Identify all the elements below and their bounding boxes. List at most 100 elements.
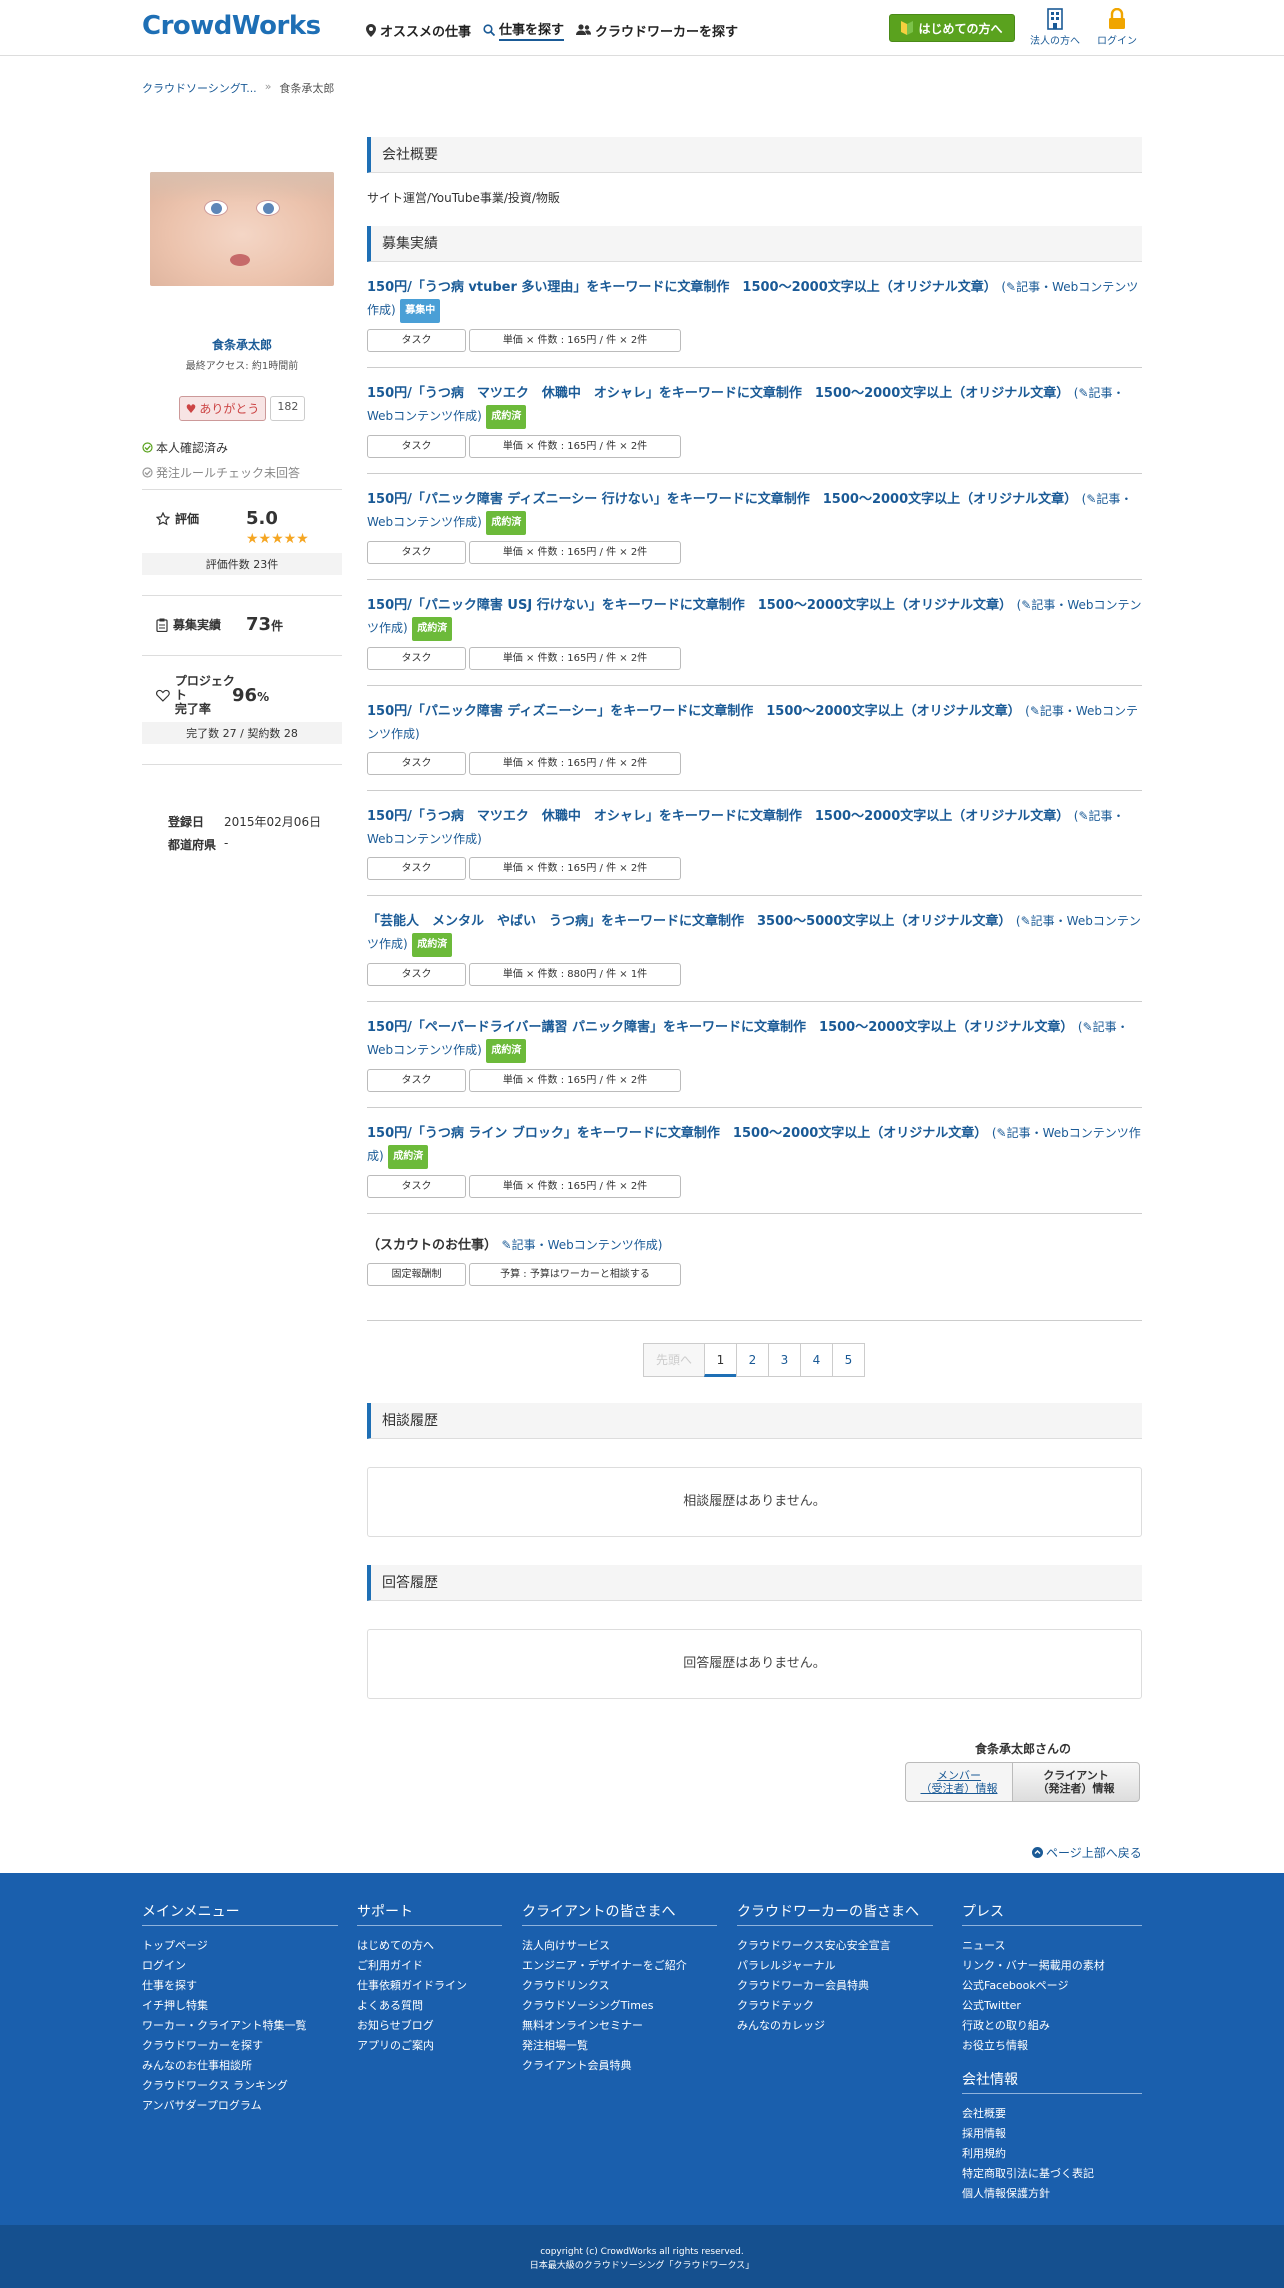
rule-check-status: 発注ルールチェック未回答 [142, 464, 342, 481]
footer-link[interactable]: クラウドワーカーを探す [142, 2036, 338, 2056]
footer-link[interactable]: 行政との取り組み [962, 2016, 1142, 2036]
footer-link[interactable]: 利用規約 [962, 2144, 1142, 2164]
footer-col-main: メインメニュー トップページ ログイン 仕事を探す イチ押し特集 ワーカー・クライアント特… [142, 1901, 338, 2116]
footer-link[interactable]: リンク・バナー掲載用の素材 [962, 1956, 1142, 1976]
thanks-count: 182 [270, 396, 306, 421]
job-title-link[interactable]: 150円/「パニック障害 USJ 行けない」をキーワードに文章制作 1500〜2… [367, 598, 1012, 613]
footer-link[interactable]: ワーカー・クライアント特集一覧 [142, 2016, 338, 2036]
job-title-link[interactable]: 150円/「ペーパードライバー講習 パニック障害」をキーワードに文章制作 150… [367, 1020, 1073, 1035]
avatar [150, 172, 334, 286]
job-title-link[interactable]: 150円/「パニック障害 ディズニーシー 行けない」をキーワードに文章制作 15… [367, 492, 1077, 507]
footer-link[interactable]: ご利用ガイド [357, 1956, 502, 1976]
pencil-icon: ✎ [1078, 809, 1089, 823]
login-link[interactable]: ログイン [1097, 8, 1137, 47]
job-price-chip: 単価 × 件数 : 165円 / 件 × 2件 [469, 752, 681, 775]
footer-link[interactable]: 仕事依頼ガイドライン [357, 1976, 502, 1996]
footer-link[interactable]: 発注相場一覧 [522, 2036, 717, 2056]
footer-link[interactable]: ニュース [962, 1936, 1142, 1956]
job-title-link[interactable]: 150円/「うつ病 マツエク 休職中 オシャレ」をキーワードに文章制作 1500… [367, 386, 1069, 401]
footer-link[interactable]: お知らせブログ [357, 2016, 502, 2036]
footer-link[interactable]: ログイン [142, 1956, 338, 1976]
crowdworks-logo[interactable]: CrowdWorks [142, 11, 321, 41]
nav-find-workers[interactable]: クラウドワーカーを探す [576, 19, 738, 41]
thanks-button[interactable]: ♥ ありがとう [178, 396, 267, 421]
status-badge: 募集中 [400, 299, 441, 323]
footer-link[interactable]: クラウドソーシングTimes [522, 1996, 717, 2016]
tagline: 日本最大級のクラウドソーシング「クラウドワークス」 [529, 2261, 755, 2271]
footer-link[interactable]: みんなのお仕事相談所 [142, 2056, 338, 2076]
footer-link[interactable]: 仕事を探す [142, 1976, 338, 1996]
registered-label: 登録日 [168, 815, 205, 829]
footer-link[interactable]: よくある質問 [357, 1996, 502, 2016]
pager-page-4[interactable]: 4 [800, 1343, 833, 1377]
breadcrumb: クラウドソーシングT... » 食条承太郎 [142, 80, 334, 96]
pager-page-1[interactable]: 1 [704, 1343, 737, 1377]
footer-link[interactable]: 採用情報 [962, 2124, 1142, 2144]
site-footer: メインメニュー トップページ ログイン 仕事を探す イチ押し特集 ワーカー・クライアント特… [0, 1873, 1284, 2288]
status-badge: 成約済 [486, 405, 527, 429]
footer-link[interactable]: クラウドワークス ランキング [142, 2076, 338, 2096]
building-icon [1047, 8, 1063, 30]
completion-detail: 完了数 27 / 契約数 28 [142, 722, 342, 744]
footer-link[interactable]: 特定商取引法に基づく表記 [962, 2164, 1142, 2184]
rating-block: 評価 5.0 ★★★★★ 評価件数 23件 [142, 489, 342, 587]
footer-link[interactable]: みんなのカレッジ [737, 2016, 933, 2036]
breadcrumb-current: 食条承太郎 [279, 82, 335, 95]
footer-link[interactable]: パラレルジャーナル [737, 1956, 933, 1976]
client-info-tab[interactable]: クライアント （発注者）情報 [1012, 1762, 1140, 1802]
profile-name[interactable]: 食条承太郎 [142, 336, 342, 353]
job-type-chip: タスク [367, 1069, 466, 1092]
first-time-button[interactable]: はじめての方へ [889, 14, 1015, 42]
footer-link[interactable]: 個人情報保護方針 [962, 2184, 1142, 2204]
check-circle-icon [142, 467, 153, 478]
job-type-chip: タスク [367, 435, 466, 458]
footer-link[interactable]: クラウドテック [737, 1996, 933, 2016]
footer-link[interactable]: 公式Facebookページ [962, 1976, 1142, 1996]
jobs-value: 73件 [246, 614, 284, 635]
job-title-link[interactable]: 150円/「パニック障害 ディズニーシー」をキーワードに文章制作 1500〜20… [367, 704, 1021, 719]
nav-recommended[interactable]: オススメの仕事 [366, 19, 471, 41]
pager-first[interactable]: 先頭へ [643, 1343, 705, 1377]
footer-link[interactable]: アプリのご案内 [357, 2036, 502, 2056]
footer-link[interactable]: クラウドリンクス [522, 1976, 717, 1996]
clipboard-icon [156, 618, 168, 632]
job-price-chip: 単価 × 件数 : 165円 / 件 × 2件 [469, 435, 681, 458]
footer-link[interactable]: トップページ [142, 1936, 338, 1956]
rating-value: 5.0 [246, 508, 278, 529]
footer-link[interactable]: お役立ち情報 [962, 2036, 1142, 2056]
job-price-chip: 単価 × 件数 : 165円 / 件 × 2件 [469, 857, 681, 880]
job-title-link[interactable]: 「芸能人 メンタル やばい うつ病」をキーワードに文章制作 3500〜5000文… [367, 914, 1011, 929]
member-info-tab[interactable]: メンバー （受注者）情報 [905, 1762, 1013, 1802]
footer-link[interactable]: 会社概要 [962, 2104, 1142, 2124]
profile-info: 登録日 2015年02月06日 都道府県 - [142, 764, 342, 871]
rating-count[interactable]: 評価件数 23件 [142, 553, 342, 575]
consult-history-header: 相談履歴 [367, 1403, 1142, 1439]
footer-link[interactable]: アンバサダープログラム [142, 2096, 338, 2116]
lock-icon [1109, 8, 1125, 29]
job-title-link[interactable]: 150円/「うつ病 vtuber 多い理由」をキーワードに文章制作 1500〜2… [367, 280, 997, 295]
footer-link[interactable]: クラウドワークス安心安全宣言 [737, 1936, 933, 1956]
footer-link[interactable]: クライアント会員特典 [522, 2056, 717, 2076]
job-title-link[interactable]: 150円/「うつ病 マツエク 休職中 オシャレ」をキーワードに文章制作 1500… [367, 809, 1069, 824]
breadcrumb-home[interactable]: クラウドソーシングT... [142, 80, 257, 96]
footer-link[interactable]: クラウドワーカー会員特典 [737, 1976, 933, 1996]
pager-page-5[interactable]: 5 [832, 1343, 865, 1377]
scout-category[interactable]: ✎記事・Webコンテンツ作成) [502, 1238, 663, 1252]
corporate-link[interactable]: 法人の方へ [1030, 8, 1080, 47]
footer-link[interactable]: 法人向けサービス [522, 1936, 717, 1956]
pager-page-3[interactable]: 3 [768, 1343, 801, 1377]
job-item: 150円/「パニック障害 USJ 行けない」をキーワードに文章制作 1500〜2… [367, 580, 1142, 686]
pager-page-2[interactable]: 2 [736, 1343, 769, 1377]
member-switch-title: 食条承太郎さんの [974, 1742, 1071, 1756]
footer-link[interactable]: イチ押し特集 [142, 1996, 338, 2016]
page-top-link[interactable]: ページ上部へ戻る [1032, 1844, 1142, 1861]
footer-link[interactable]: 無料オンラインセミナー [522, 2016, 717, 2036]
footer-link[interactable]: エンジニア・デザイナーをご紹介 [522, 1956, 717, 1976]
job-title-link[interactable]: 150円/「うつ病 ライン ブロック」をキーワードに文章制作 1500〜2000… [367, 1126, 987, 1141]
footer-link[interactable]: はじめての方へ [357, 1936, 502, 1956]
company-description: サイト運営/YouTube事業/投資/物販 [367, 191, 560, 205]
nav-find-jobs[interactable]: 仕事を探す [483, 19, 565, 41]
job-item: 150円/「パニック障害 ディズニーシー」をキーワードに文章制作 1500〜20… [367, 686, 1142, 791]
footer-col-press: プレス ニュース リンク・バナー掲載用の素材 公式Facebookページ 公式Twitt… [962, 1901, 1142, 2056]
footer-link[interactable]: 公式Twitter [962, 1996, 1142, 2016]
